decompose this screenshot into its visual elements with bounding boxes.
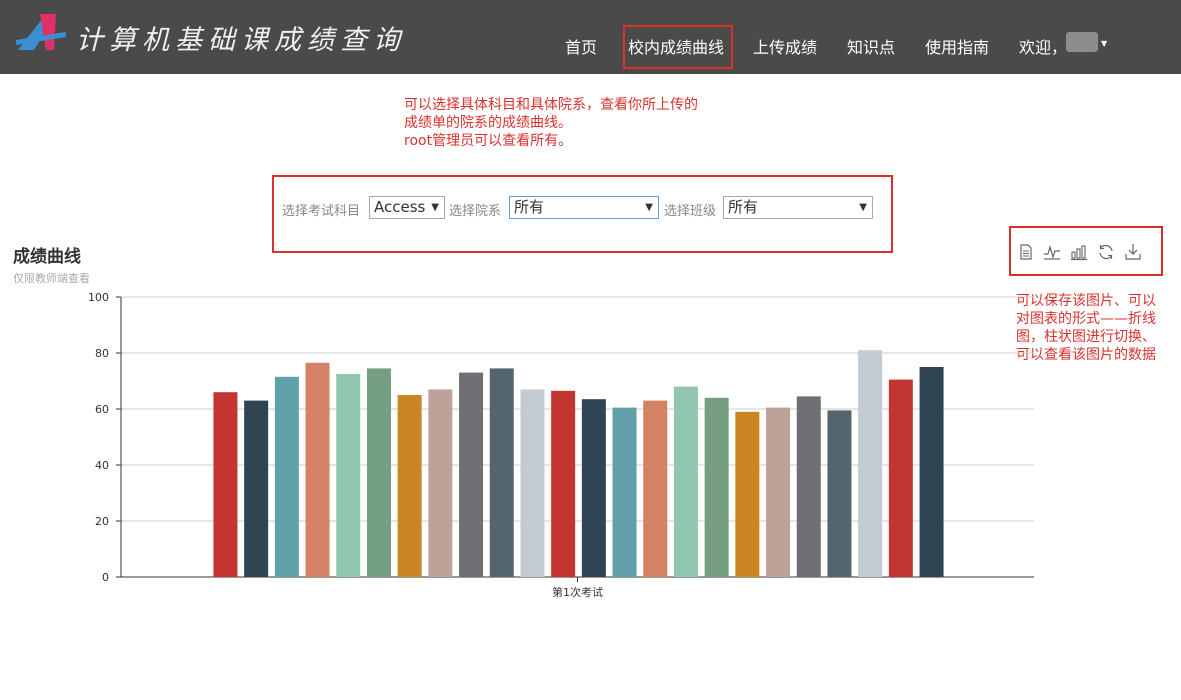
chart-bar bbox=[581, 399, 606, 577]
subject-select[interactable]: Access ▼ bbox=[369, 196, 445, 219]
chart-bar bbox=[305, 362, 330, 577]
data-view-icon[interactable] bbox=[1017, 243, 1035, 261]
chart-bar bbox=[520, 389, 545, 577]
chart-bar bbox=[888, 379, 913, 577]
chart-bar bbox=[796, 396, 821, 577]
subject-label: 选择考试科目 bbox=[282, 204, 361, 219]
chevron-down-icon: ▼ bbox=[431, 202, 439, 213]
chart-bar bbox=[244, 400, 269, 577]
toolbox-annotation: 可以保存该图片、可以 对图表的形式——折线 图，柱状图进行切换、 可以查看该图片… bbox=[1016, 293, 1156, 363]
logo-text: 计算机基础课成绩查询 bbox=[76, 25, 406, 56]
chart-bar bbox=[366, 368, 391, 577]
user-dropdown-caret-icon[interactable]: ▼ bbox=[1101, 39, 1107, 48]
y-tick-label: 40 bbox=[95, 459, 109, 472]
chart-bar bbox=[735, 411, 760, 577]
chart-bar bbox=[459, 372, 484, 577]
subject-select-value: Access bbox=[374, 198, 426, 216]
nav-knowledge-points[interactable]: 知识点 bbox=[847, 34, 895, 58]
line-chart-icon[interactable] bbox=[1043, 243, 1061, 261]
chart-bar bbox=[643, 400, 668, 577]
y-tick-label: 20 bbox=[95, 515, 109, 528]
department-select-value: 所有 bbox=[514, 198, 545, 216]
nav-upload-scores[interactable]: 上传成绩 bbox=[753, 34, 817, 58]
chart-bar bbox=[551, 390, 576, 577]
department-select[interactable]: 所有 ▼ bbox=[509, 196, 659, 219]
bar-chart-icon[interactable] bbox=[1070, 243, 1088, 261]
chart-subtitle: 仅限教师端查看 bbox=[13, 272, 90, 285]
y-tick-label: 60 bbox=[95, 403, 109, 416]
nav-highlight-box bbox=[623, 25, 733, 69]
department-label: 选择院系 bbox=[449, 204, 502, 219]
nav-welcome-user[interactable]: 欢迎， bbox=[1019, 34, 1067, 58]
y-tick-label: 80 bbox=[95, 347, 109, 360]
nav-user-guide[interactable]: 使用指南 bbox=[925, 34, 989, 58]
chart-bar bbox=[673, 386, 698, 577]
chart-bar bbox=[336, 374, 361, 577]
chart-bar bbox=[213, 392, 238, 577]
y-tick-label: 0 bbox=[102, 571, 109, 584]
save-image-icon[interactable] bbox=[1124, 243, 1142, 261]
chart-bar bbox=[428, 389, 453, 577]
filter-annotation: 可以选择具体科目和具体院系，查看你所上传的 成绩单的院系的成绩曲线。 root管… bbox=[404, 97, 698, 149]
chart-bar bbox=[858, 350, 883, 577]
y-tick-label: 100 bbox=[88, 291, 109, 304]
chevron-down-icon: ▼ bbox=[645, 202, 653, 213]
x-tick-label: 第1次考试 bbox=[552, 585, 603, 599]
chart-bar bbox=[827, 410, 852, 577]
chart-bar bbox=[919, 367, 944, 577]
chevron-down-icon: ▼ bbox=[859, 202, 867, 213]
chart-title: 成绩曲线 bbox=[13, 247, 81, 267]
class-label: 选择班级 bbox=[664, 204, 717, 219]
nav-home[interactable]: 首页 bbox=[565, 34, 597, 58]
chart-bar bbox=[612, 407, 637, 577]
username-redacted bbox=[1066, 32, 1098, 52]
chart-bar bbox=[766, 407, 791, 577]
class-select[interactable]: 所有 ▼ bbox=[723, 196, 873, 219]
logo-icon bbox=[16, 14, 66, 50]
site-logo[interactable]: 计算机基础课成绩查询 bbox=[16, 6, 456, 62]
chart-bar bbox=[704, 397, 729, 577]
chart-bar bbox=[397, 395, 422, 577]
chart-bar bbox=[489, 368, 514, 577]
class-select-value: 所有 bbox=[728, 198, 759, 216]
chart-bar bbox=[274, 376, 299, 577]
restore-icon[interactable] bbox=[1097, 243, 1115, 261]
top-navbar: 计算机基础课成绩查询 首页 校内成绩曲线 上传成绩 知识点 使用指南 欢迎， ▼ bbox=[0, 0, 1181, 74]
